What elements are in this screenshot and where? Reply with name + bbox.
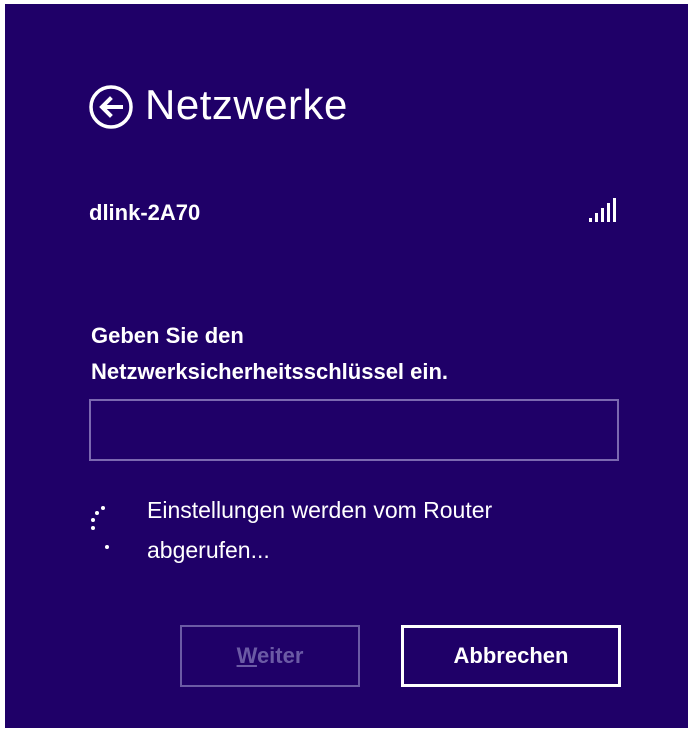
next-button-label: eiter	[256, 643, 304, 668]
prompt-line-1: Geben Sie den	[91, 323, 244, 348]
next-button-accelerator: W	[236, 643, 257, 668]
prompt-line-2: Netzwerksicherheitsschlüssel ein.	[91, 359, 449, 384]
security-key-prompt: Geben Sie den Netzwerksicherheitsschlüss…	[91, 318, 631, 390]
security-key-input[interactable]	[89, 399, 619, 461]
network-item: dlink-2A70	[89, 194, 619, 234]
next-button[interactable]: Weiter	[180, 625, 360, 687]
cancel-button[interactable]: Abbrechen	[401, 625, 621, 687]
wifi-signal-bars-icon	[589, 198, 616, 222]
status-line-2: abgerufen...	[147, 537, 270, 563]
status-message: Einstellungen werden vom Router abgerufe…	[147, 490, 627, 570]
back-button[interactable]	[88, 84, 134, 130]
loading-spinner-icon	[91, 506, 109, 549]
back-arrow-circle-icon	[89, 85, 133, 129]
network-connect-panel: Netzwerke dlink-2A70 Geben Sie den Netzw…	[5, 4, 688, 728]
page-title: Netzwerke	[145, 81, 348, 128]
status-line-1: Einstellungen werden vom Router	[147, 497, 493, 523]
network-name: dlink-2A70	[89, 200, 201, 225]
